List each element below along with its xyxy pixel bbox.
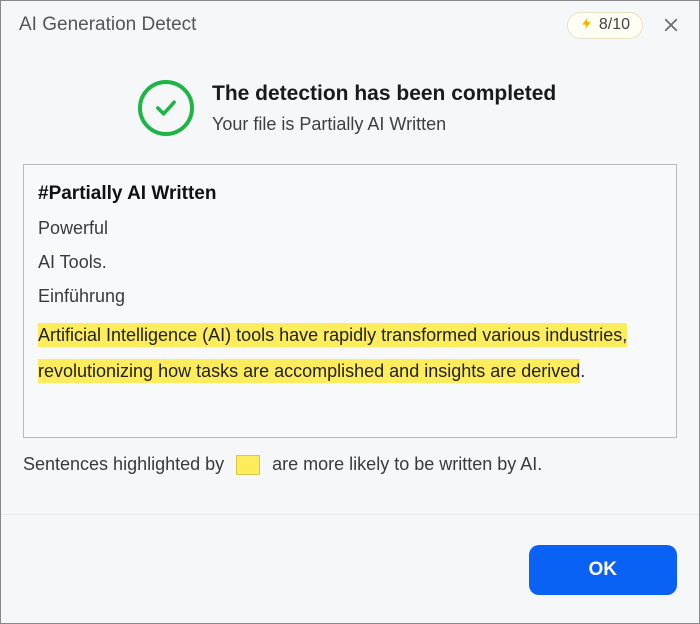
close-icon <box>662 16 680 34</box>
dialog-content: The detection has been completed Your fi… <box>1 50 699 514</box>
ai-detect-dialog: AI Generation Detect 8/10 The detection … <box>0 0 700 624</box>
bolt-icon <box>580 16 593 35</box>
credits-value: 8/10 <box>599 16 630 34</box>
highlighted-sentence: Artificial Intelligence (AI) tools have … <box>38 317 658 389</box>
result-header: The detection has been completed Your fi… <box>23 80 677 136</box>
titlebar: AI Generation Detect 8/10 <box>1 1 699 50</box>
legend-prefix: Sentences highlighted by <box>23 454 224 475</box>
results-box: #Partially AI Written Powerful AI Tools.… <box>23 164 677 438</box>
success-check-icon <box>138 80 194 136</box>
ok-button[interactable]: OK <box>529 545 678 595</box>
result-title: The detection has been completed <box>212 82 556 106</box>
result-line: Einführung <box>38 283 658 311</box>
result-subtitle: Your file is Partially AI Written <box>212 114 556 135</box>
legend: Sentences highlighted by are more likely… <box>23 454 677 475</box>
results-scroll[interactable]: #Partially AI Written Powerful AI Tools.… <box>38 183 662 423</box>
result-line: Powerful <box>38 215 658 243</box>
legend-swatch-icon <box>236 455 260 475</box>
legend-suffix: are more likely to be written by AI. <box>272 454 542 475</box>
results-heading: #Partially AI Written <box>38 183 658 205</box>
credits-badge: 8/10 <box>567 12 643 39</box>
result-line: AI Tools. <box>38 249 658 277</box>
dialog-footer: OK <box>1 514 699 623</box>
close-button[interactable] <box>657 11 685 39</box>
result-header-texts: The detection has been completed Your fi… <box>212 80 556 135</box>
dialog-title: AI Generation Detect <box>19 14 567 36</box>
